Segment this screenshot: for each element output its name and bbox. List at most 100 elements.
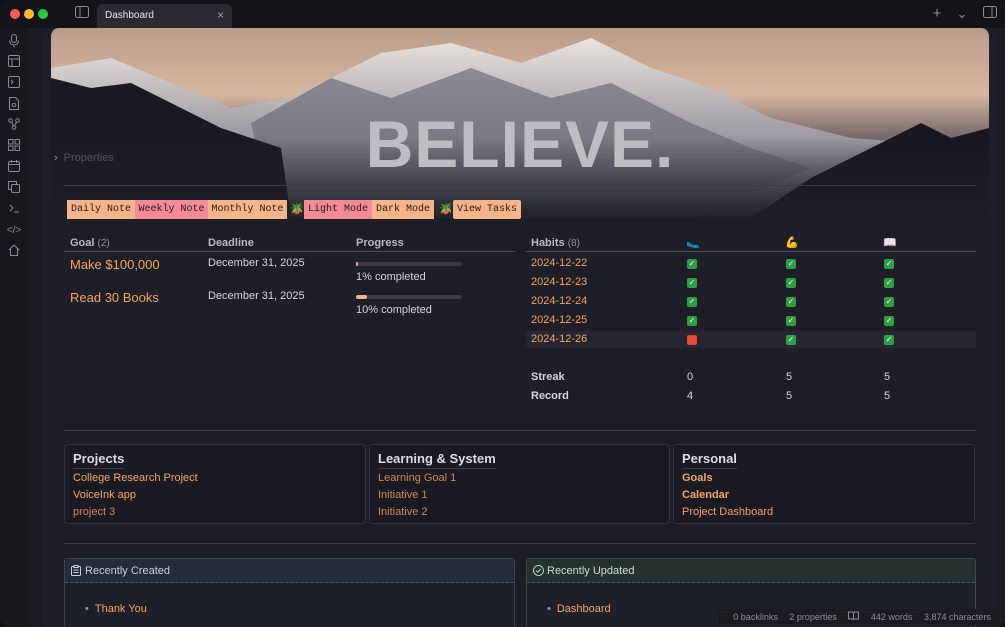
habit-muscle-icon: 💪: [785, 237, 799, 249]
checkmark-icon: ✓: [786, 297, 796, 307]
tab-list-chevron-icon[interactable]: ⌄: [954, 6, 970, 22]
habit-date-link[interactable]: 2024-12-22: [531, 257, 587, 269]
learning-link[interactable]: Initiative 1: [378, 489, 428, 501]
tab-close-icon[interactable]: ×: [217, 8, 224, 22]
tab-dashboard[interactable]: Dashboard ×: [97, 4, 232, 28]
personal-title: Personal: [682, 451, 737, 469]
goal-progress-text: 10% completed: [356, 304, 432, 316]
streak-value: 5: [786, 371, 793, 383]
checkmark-icon: ✓: [884, 316, 894, 326]
minimize-window-button[interactable]: [24, 9, 34, 19]
checkmark-icon: ✓: [786, 316, 796, 326]
recent-created-link[interactable]: Thank You: [95, 603, 147, 615]
recent-updated-link[interactable]: Dashboard: [557, 603, 611, 615]
streak-label: Streak: [531, 371, 565, 383]
learning-card: Learning & System Learning Goal 1 Initia…: [369, 444, 670, 524]
learning-link[interactable]: Initiative 2: [378, 506, 428, 518]
personal-link[interactable]: Calendar: [682, 489, 729, 501]
goal-link[interactable]: Make $100,000: [70, 257, 160, 272]
sidebar-toggle-icon[interactable]: [74, 6, 90, 22]
recently-created-header[interactable]: Recently Created: [65, 559, 514, 583]
table-header-divider: [64, 251, 515, 252]
weekly-note-button[interactable]: Weekly Note: [135, 200, 208, 219]
maximize-window-button[interactable]: [38, 9, 48, 19]
checkmark-icon: ✓: [687, 259, 697, 269]
habit-shoe-icon: 🥿: [686, 237, 700, 249]
right-sidebar-toggle-icon[interactable]: [982, 6, 998, 22]
backlinks-count[interactable]: 0 backlinks: [733, 612, 778, 622]
checkmark-icon: ✓: [884, 335, 894, 345]
dark-mode-button[interactable]: Dark Mode: [372, 200, 434, 219]
learning-title: Learning & System: [378, 451, 496, 469]
new-tab-icon[interactable]: +: [929, 6, 945, 22]
goal-deadline: December 31, 2025: [208, 257, 305, 269]
light-mode-button[interactable]: Light Mode: [304, 200, 372, 219]
home-icon[interactable]: [6, 244, 22, 260]
personal-link[interactable]: Project Dashboard: [682, 506, 773, 518]
checkmark-icon: ✓: [884, 278, 894, 288]
calendar-icon[interactable]: [6, 160, 22, 176]
personal-card: Personal Goals Calendar Project Dashboar…: [673, 444, 975, 524]
learning-link[interactable]: Learning Goal 1: [378, 472, 456, 484]
reading-mode-icon[interactable]: [848, 611, 862, 622]
habit-date-link[interactable]: 2024-12-23: [531, 276, 587, 288]
bullet-icon: •: [547, 603, 551, 615]
checkmark-icon: ✓: [786, 278, 796, 288]
clipboard-icon: [71, 565, 81, 579]
app-window: Dashboard × + ⌄ </> BELIEVE. › Propertie…: [0, 0, 1005, 627]
project-link[interactable]: College Research Project: [73, 472, 198, 484]
checkmark-icon: ✓: [786, 335, 796, 345]
bullet-icon: •: [85, 603, 89, 615]
copy-icon[interactable]: [6, 181, 22, 197]
progress-column-header: Progress: [356, 237, 404, 249]
habit-date-link[interactable]: 2024-12-25: [531, 314, 587, 326]
close-window-button[interactable]: [10, 9, 20, 19]
goal-progress-bar: [356, 295, 462, 299]
file-search-icon[interactable]: [6, 97, 22, 113]
word-count: 442 words: [870, 612, 913, 622]
habits-column-header: Habits (8): [531, 237, 580, 249]
project-link[interactable]: VoiceInk app: [73, 489, 136, 501]
command-icon[interactable]: [6, 202, 22, 218]
checkmark-icon: ✓: [687, 278, 697, 288]
checkmark-icon: ✓: [786, 259, 796, 269]
habit-date-link[interactable]: 2024-12-26: [531, 333, 587, 345]
streak-value: 5: [884, 371, 891, 383]
divider: [64, 543, 976, 544]
checkmark-icon: ✓: [884, 259, 894, 269]
personal-link[interactable]: Goals: [682, 472, 713, 484]
properties-count[interactable]: 2 properties: [789, 612, 837, 622]
check-circle-icon: [533, 565, 544, 579]
view-tasks-button[interactable]: View Tasks: [453, 200, 521, 219]
properties-toggle[interactable]: › Properties: [54, 152, 114, 164]
recently-updated-header[interactable]: Recently Updated: [527, 559, 975, 583]
project-link[interactable]: project 3: [73, 506, 115, 518]
layout-icon[interactable]: [6, 55, 22, 71]
divider: [64, 185, 976, 186]
habit-date-link[interactable]: 2024-12-24: [531, 295, 587, 307]
graph-icon[interactable]: [6, 118, 22, 134]
goal-deadline: December 31, 2025: [208, 290, 305, 302]
list-item[interactable]: • Dashboard: [547, 603, 611, 615]
record-value: 5: [786, 390, 793, 402]
plant-icon: 🪴: [290, 203, 304, 215]
character-count: 3,874 characters: [923, 612, 991, 622]
microphone-icon[interactable]: [6, 34, 22, 50]
missed-square-icon: [687, 335, 697, 345]
projects-title: Projects: [73, 451, 125, 469]
checkmark-icon: ✓: [687, 297, 697, 307]
goal-link[interactable]: Read 30 Books: [70, 290, 159, 305]
list-item[interactable]: • Thank You: [85, 603, 147, 615]
grid-icon[interactable]: [6, 139, 22, 155]
title-bar: Dashboard × + ⌄: [0, 0, 1005, 28]
tab-title: Dashboard: [105, 10, 154, 21]
code-icon[interactable]: </>: [6, 223, 22, 239]
daily-note-button[interactable]: Daily Note: [67, 200, 135, 219]
record-label: Record: [531, 390, 569, 402]
deadline-column-header: Deadline: [208, 237, 254, 249]
terminal-window-icon[interactable]: [6, 76, 22, 92]
recently-created-title: Recently Created: [85, 565, 170, 577]
note-content: BELIEVE. › Properties Daily Note Weekly N…: [42, 28, 997, 627]
status-bar: 0 backlinks 2 properties 442 words 3,874…: [718, 609, 997, 625]
monthly-note-button[interactable]: Monthly Note: [208, 200, 287, 219]
